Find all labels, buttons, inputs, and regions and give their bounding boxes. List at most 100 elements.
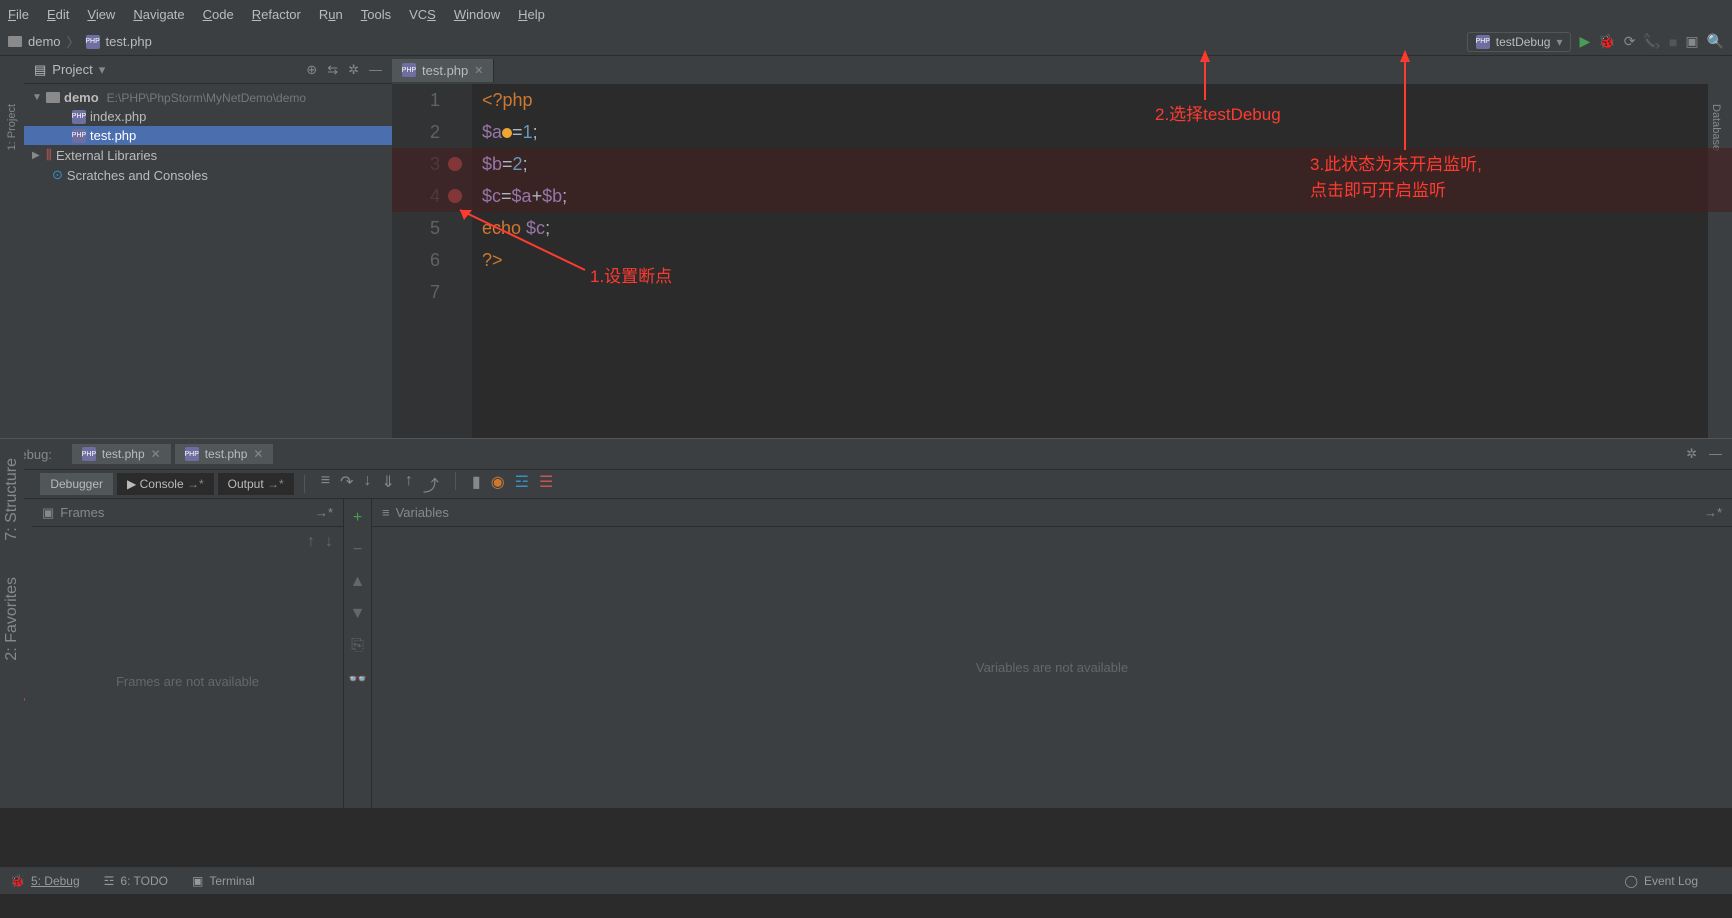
- frames-empty: Frames are not available: [32, 555, 343, 808]
- status-debug[interactable]: 🐞 5: Debug: [10, 874, 80, 888]
- editor-body[interactable]: 1234567 <?php$a=1;$b=2;$c=$a+$b;echo $c;…: [392, 84, 1708, 438]
- up-icon[interactable]: ▲: [350, 573, 366, 591]
- project-panel-title: Project: [52, 62, 92, 77]
- expand-arrow-icon[interactable]: ▼: [32, 92, 42, 103]
- listen-debug-icon[interactable]: 📞: [1643, 33, 1660, 50]
- tree-root-name: demo: [64, 90, 99, 105]
- close-icon[interactable]: ✕: [151, 447, 161, 461]
- add-watch-icon[interactable]: +: [353, 509, 362, 527]
- menu-window[interactable]: Window: [454, 7, 500, 22]
- gear-icon[interactable]: ✲: [1686, 446, 1697, 462]
- gutter[interactable]: 1234567: [392, 84, 452, 438]
- tree-scratches[interactable]: ⊙ Scratches and Consoles: [24, 165, 392, 185]
- pin-icon[interactable]: →*: [1704, 505, 1722, 520]
- code-line[interactable]: ?>: [482, 244, 1708, 276]
- search-icon[interactable]: 🔍: [1707, 33, 1724, 50]
- gear-icon[interactable]: ✲: [348, 62, 359, 78]
- code-line[interactable]: $c=$a+$b;: [392, 180, 1732, 212]
- bottom-bar: [0, 894, 1732, 918]
- tree-external-libs[interactable]: ▶ ⫼ External Libraries: [24, 145, 392, 165]
- php-icon: PHP: [72, 129, 86, 143]
- debug-session-tab[interactable]: PHP test.php ✕: [72, 444, 171, 464]
- code-line[interactable]: $a=1;: [482, 116, 1708, 148]
- menu-code[interactable]: Code: [203, 7, 234, 22]
- expand-arrow-icon[interactable]: ▶: [32, 150, 42, 161]
- force-step-into-icon[interactable]: ⇓: [381, 472, 394, 496]
- stop-icon[interactable]: ■: [1669, 34, 1677, 50]
- console-subtab[interactable]: ▶ Console →*: [117, 473, 214, 495]
- menu-bar: File Edit View Navigate Code Refactor Ru…: [0, 0, 1732, 28]
- run-config-select[interactable]: PHP testDebug ▾: [1467, 32, 1572, 52]
- code-line[interactable]: <?php: [482, 84, 1708, 116]
- tree-file[interactable]: PHP index.php: [24, 107, 392, 126]
- project-panel: ▤ Project ▾ ⊕ ⇆ ✲ — ▼ demo E:\PHP\PhpSto…: [24, 56, 392, 438]
- step-over-icon[interactable]: ↷: [340, 472, 353, 496]
- prev-frame-icon[interactable]: ↑: [307, 533, 315, 549]
- project-tab[interactable]: 1: Project: [4, 96, 20, 158]
- menu-tools[interactable]: Tools: [361, 7, 391, 22]
- menu-vcs[interactable]: VCS: [409, 7, 436, 22]
- code-line[interactable]: $b=2;: [392, 148, 1732, 180]
- menu-help[interactable]: Help: [518, 7, 545, 22]
- left-sidebar: 1: Project: [0, 56, 24, 438]
- watch-icon[interactable]: ☲: [515, 472, 529, 496]
- menu-navigate[interactable]: Navigate: [133, 7, 184, 22]
- collapse-icon[interactable]: ⇆: [327, 62, 338, 78]
- step-out-icon[interactable]: ↑: [405, 472, 413, 496]
- target-icon[interactable]: ⊕: [306, 62, 317, 78]
- chevron-down-icon: ▾: [1556, 35, 1562, 49]
- php-icon: PHP: [185, 447, 199, 461]
- code-line[interactable]: [482, 276, 1708, 308]
- output-subtab[interactable]: Output →*: [218, 473, 294, 495]
- favorites-tab[interactable]: 2: Favorites: [1, 569, 23, 669]
- tree-file-selected[interactable]: PHP test.php: [24, 126, 392, 145]
- right-sidebar: Database: [1708, 56, 1732, 438]
- fold-column[interactable]: [452, 84, 472, 438]
- debug-session-tab[interactable]: PHP test.php ✕: [175, 444, 274, 464]
- run-icon[interactable]: ▶: [1579, 33, 1590, 50]
- code-line[interactable]: echo $c;: [482, 212, 1708, 244]
- down-icon[interactable]: ▼: [350, 605, 366, 623]
- breadcrumb-file[interactable]: test.php: [106, 34, 152, 49]
- coverage-icon[interactable]: ⟳: [1624, 33, 1636, 50]
- menu-file[interactable]: File: [8, 7, 29, 22]
- editor-tabs: PHP test.php ✕: [392, 56, 1708, 84]
- php-icon: PHP: [82, 447, 96, 461]
- show-exec-icon[interactable]: ≡: [321, 472, 330, 496]
- status-terminal[interactable]: ▣ Terminal: [192, 874, 255, 888]
- minimize-icon[interactable]: —: [1709, 446, 1722, 462]
- remove-watch-icon[interactable]: −: [353, 541, 362, 559]
- status-todo[interactable]: ☲ 6: TODO: [104, 874, 168, 888]
- minimize-icon[interactable]: —: [369, 62, 382, 78]
- evaluate-icon[interactable]: ◉: [491, 472, 505, 496]
- menu-run[interactable]: Run: [319, 7, 343, 22]
- next-frame-icon[interactable]: ↓: [325, 533, 333, 549]
- code-area[interactable]: <?php$a=1;$b=2;$c=$a+$b;echo $c;?>: [472, 84, 1708, 438]
- run-to-cursor-icon[interactable]: ▮: [472, 472, 481, 496]
- php-icon: PHP: [72, 110, 86, 124]
- close-icon[interactable]: ✕: [253, 447, 263, 461]
- menu-view[interactable]: View: [87, 7, 115, 22]
- status-bar: 🐞 5: Debug ☲ 6: TODO ▣ Terminal ◯ Event …: [0, 866, 1732, 894]
- layout-icon[interactable]: ▣: [1685, 33, 1698, 50]
- close-icon[interactable]: ✕: [474, 64, 483, 77]
- menu-refactor[interactable]: Refactor: [252, 7, 301, 22]
- drop-frame-icon[interactable]: ⤴: [423, 472, 439, 496]
- menu-edit[interactable]: Edit: [47, 7, 69, 22]
- glasses-icon[interactable]: 👓: [348, 669, 368, 689]
- debug-toolbar: ▷ Debugger ▶ Console →* Output →* ≡ ↷ ↓ …: [0, 469, 1732, 499]
- debug-icon[interactable]: 🐞: [1598, 33, 1615, 50]
- editor-tab[interactable]: PHP test.php ✕: [392, 59, 494, 82]
- frames-title: Frames: [60, 505, 104, 520]
- mute-bp-icon[interactable]: ☰: [539, 472, 553, 496]
- status-event-log[interactable]: ◯ Event Log: [1625, 874, 1698, 888]
- tree-root[interactable]: ▼ demo E:\PHP\PhpStorm\MyNetDemo\demo: [24, 88, 392, 107]
- breadcrumb-project[interactable]: demo: [28, 34, 61, 49]
- step-into-icon[interactable]: ↓: [363, 472, 371, 496]
- debugger-subtab[interactable]: Debugger: [40, 473, 113, 495]
- structure-tab[interactable]: 7: Structure: [1, 450, 23, 549]
- left-sidebar-bottom: 7: Structure 2: Favorites: [0, 450, 24, 770]
- chevron-down-icon[interactable]: ▾: [99, 62, 106, 78]
- pin-icon[interactable]: →*: [315, 505, 333, 520]
- copy-icon[interactable]: ⎘: [351, 637, 364, 655]
